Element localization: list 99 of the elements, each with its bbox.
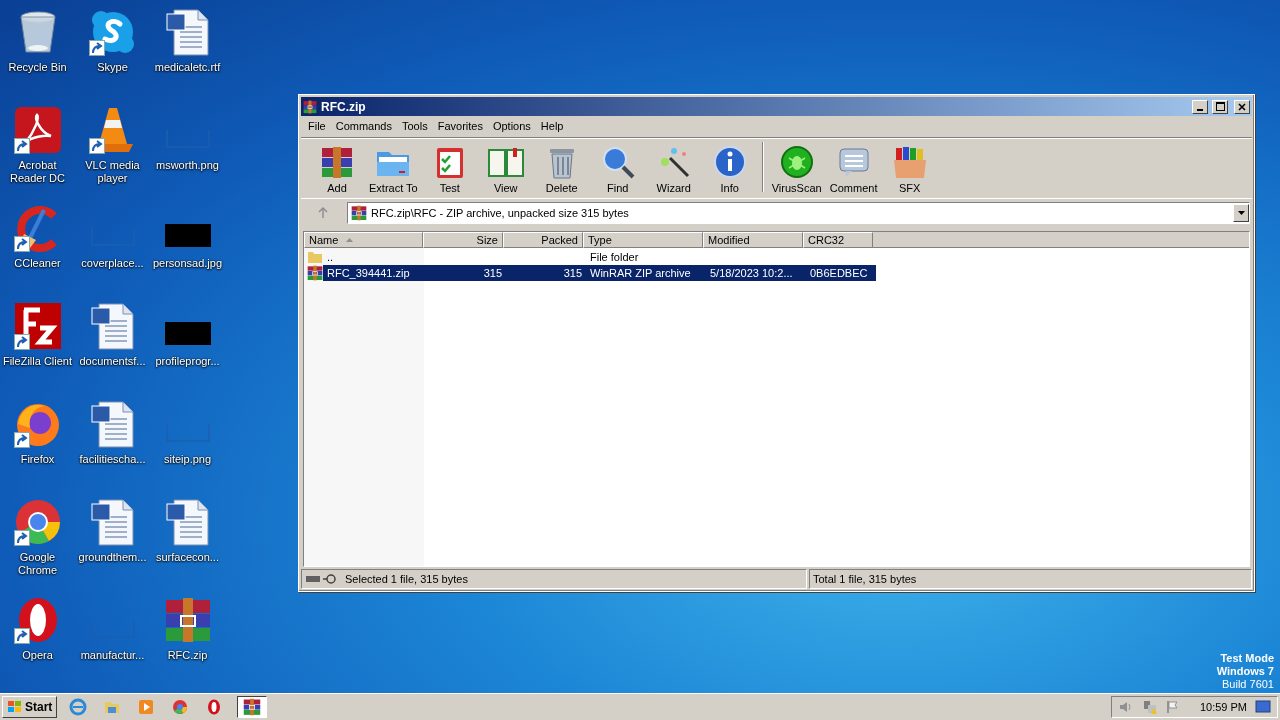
browser-circle-icon [171, 698, 190, 716]
up-arrow-icon [317, 207, 329, 219]
column-header[interactable]: Modified [703, 232, 803, 248]
desktop-icon-label[interactable]: personsad.jpg [150, 257, 225, 270]
speaker-icon[interactable] [1117, 700, 1134, 714]
table-row[interactable]: .. File folder [323, 249, 876, 265]
address-text: RFC.zip\RFC - ZIP archive, unpacked size 315 bytes [371, 207, 630, 219]
document-icon [88, 302, 137, 350]
flag-icon[interactable] [1165, 700, 1180, 714]
menu-item[interactable]: Tools [397, 119, 433, 132]
archive-books-icon [319, 144, 355, 180]
box-books-icon [891, 144, 928, 180]
os-notice-text: Windows 7 [1216, 665, 1274, 678]
os-notice-text: Test Mode [1220, 652, 1274, 665]
maximize-icon [1215, 102, 1225, 111]
desktop-icon-label[interactable]: documentsf... [75, 355, 150, 368]
desktop-icon-label[interactable]: profileprogr... [150, 355, 225, 368]
table-cell: 315 [483, 267, 502, 279]
desktop-icon-label[interactable]: msworth.png [150, 159, 225, 172]
info-icon [711, 144, 748, 180]
archive-books-icon [351, 205, 367, 221]
toolbar-button[interactable]: View [477, 144, 534, 198]
column-header[interactable]: CRC32 [803, 232, 873, 248]
archive-books-icon [303, 99, 317, 114]
status-text: Selected 1 file, 315 bytes [345, 573, 468, 585]
table-cell: .. [327, 251, 334, 263]
window-title: RFC.zip [321, 99, 367, 114]
minimize-button[interactable] [1192, 99, 1208, 114]
menu-item[interactable]: Commands [330, 119, 397, 132]
desktop-icon-label[interactable]: CCleaner [0, 257, 75, 270]
column-header[interactable]: Size [423, 232, 503, 248]
desktop-icon-label[interactable]: RFC.zip [150, 649, 225, 662]
desktop-icon-label[interactable]: Google Chrome [0, 551, 75, 577]
bug-icon [778, 144, 815, 180]
taskbar-app-button[interactable] [237, 696, 268, 718]
toolbar-button[interactable]: SFX [881, 144, 938, 198]
toolbar-button[interactable]: Info [701, 144, 758, 198]
column-header[interactable]: Name [304, 232, 423, 248]
archive-books-icon [163, 596, 212, 644]
table-row[interactable]: RFC_394441.zip 315 315 WinRAR ZIP archive 5/18/2023 10:2... 0B6EDBEC [323, 265, 876, 281]
desktop-icon-label[interactable]: manufactur... [75, 649, 150, 662]
menu-item[interactable]: Favorites [432, 119, 488, 132]
desktop-icon-label[interactable]: FileZilla Client [0, 355, 75, 368]
address-field[interactable]: RFC.zip\RFC - ZIP archive, unpacked size 315 bytes [347, 202, 1250, 224]
show-desktop-icon[interactable] [1255, 700, 1271, 714]
toolbar-button[interactable]: Comment [825, 144, 882, 198]
maximize-button[interactable] [1212, 99, 1228, 114]
document-icon [163, 8, 212, 56]
start-button[interactable]: Start [2, 696, 58, 718]
desktop-icon-label[interactable]: Opera [0, 649, 75, 662]
windows-flag-icon [7, 700, 23, 714]
desktop-icon-label[interactable]: VLC media player [75, 159, 150, 185]
document-icon [163, 498, 212, 546]
status-text: Total 1 file, 315 bytes [813, 573, 917, 585]
menu-item[interactable]: Help [535, 119, 569, 132]
close-icon [1238, 102, 1246, 111]
desktop-icon-label[interactable]: facilitiescha... [75, 453, 150, 466]
desktop-icon-label[interactable]: Skype [75, 61, 150, 74]
archive-books-icon [243, 698, 262, 716]
clock-text[interactable]: 10:59 PM [1199, 701, 1247, 713]
table-cell: File folder [590, 251, 639, 263]
table-cell: RFC_394441.zip [327, 267, 410, 279]
menu-item[interactable]: File [303, 119, 331, 132]
toolbar-button[interactable]: Extract To [365, 144, 422, 198]
dropdown-button[interactable] [1233, 204, 1249, 222]
toolbar-button[interactable]: Test [421, 144, 478, 198]
document-icon [88, 498, 137, 546]
toolbar-button[interactable]: Delete [533, 144, 590, 198]
toolbar-button[interactable]: Find [589, 144, 646, 198]
desktop-icon-label[interactable]: coverplace... [75, 257, 150, 270]
minimize-icon [1197, 108, 1203, 111]
os-notice-text: Build 7601 [1222, 678, 1274, 691]
network-warning-icon[interactable] [1141, 699, 1158, 715]
table-cell: 5/18/2023 10:2... [710, 267, 793, 279]
image-thumbnail-icon [164, 224, 211, 247]
image-thumbnail-icon [164, 322, 211, 345]
desktop-icon-label[interactable]: groundthem... [75, 551, 150, 564]
archive-books-icon [307, 265, 323, 281]
column-header[interactable]: Type [583, 232, 703, 248]
play-icon [137, 698, 156, 716]
desktop-icon-label[interactable]: medicaletc.rtf [150, 61, 225, 74]
caret-icon [1237, 211, 1245, 215]
document-icon [88, 400, 137, 448]
table-cell: 315 [563, 267, 582, 279]
column-header[interactable]: Packed [503, 232, 583, 248]
desktop-icon-label[interactable]: siteip.png [150, 453, 225, 466]
toolbar-button[interactable]: VirusScan [767, 144, 826, 198]
toolbar-button[interactable]: Add [309, 144, 365, 198]
desktop-icon-label[interactable]: Firefox [0, 453, 75, 466]
menu-item[interactable]: Options [487, 119, 536, 132]
desktop-icon-label[interactable]: surfacecon... [150, 551, 225, 564]
folder-icon [307, 250, 323, 264]
table-cell: WinRAR ZIP archive [590, 267, 691, 279]
desktop-icon-label[interactable]: Acrobat Reader DC [0, 159, 75, 185]
desktop-icon-label[interactable]: Recycle Bin [0, 61, 75, 74]
table-cell: 0B6EDBEC [810, 267, 868, 279]
toolbar-button[interactable]: Wizard [645, 144, 702, 198]
browser-e-icon [69, 698, 88, 716]
close-button[interactable] [1234, 99, 1250, 114]
